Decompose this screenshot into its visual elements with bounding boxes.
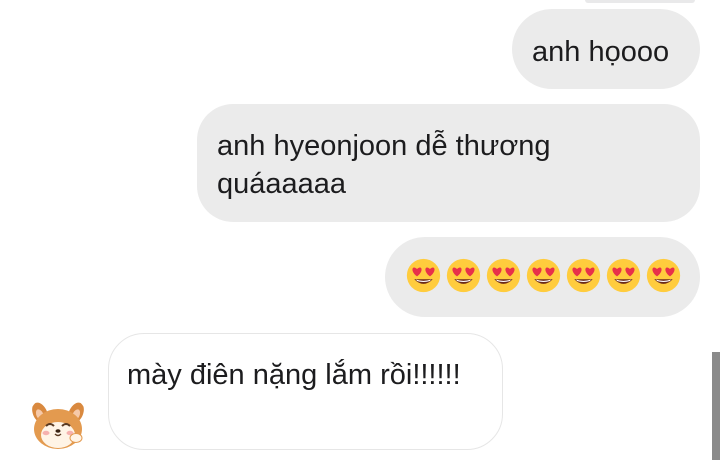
outgoing-emoji-message-bubble[interactable] bbox=[385, 237, 700, 317]
heart-eyes-emoji bbox=[606, 258, 641, 293]
heart-eyes-emoji bbox=[446, 258, 481, 293]
heart-eyes-emoji bbox=[646, 258, 681, 293]
message-text: anh hyeonjoon dễ thương quáaaaaa bbox=[217, 130, 551, 200]
previous-message-edge bbox=[585, 0, 695, 3]
outgoing-message-bubble[interactable]: anh hyeonjoon dễ thương quáaaaaa bbox=[197, 104, 700, 222]
emoji-row bbox=[405, 257, 700, 294]
heart-eyes-emoji bbox=[486, 258, 521, 293]
heart-eyes-emoji bbox=[526, 258, 561, 293]
chat-thread: anh họooo anh hyeonjoon dễ thương quáaaa… bbox=[0, 0, 720, 460]
message-text: anh họooo bbox=[532, 36, 670, 68]
incoming-message-bubble[interactable]: mày điên nặng lắm rồi!!!!!! bbox=[108, 333, 503, 450]
scrollbar[interactable] bbox=[712, 352, 720, 460]
heart-eyes-emoji bbox=[566, 258, 601, 293]
shiba-dog-avatar-icon[interactable] bbox=[27, 393, 89, 455]
heart-eyes-emoji bbox=[406, 258, 441, 293]
message-text: mày điên nặng lắm rồi!!!!!! bbox=[127, 359, 461, 391]
outgoing-message-bubble[interactable]: anh họooo bbox=[512, 9, 700, 89]
